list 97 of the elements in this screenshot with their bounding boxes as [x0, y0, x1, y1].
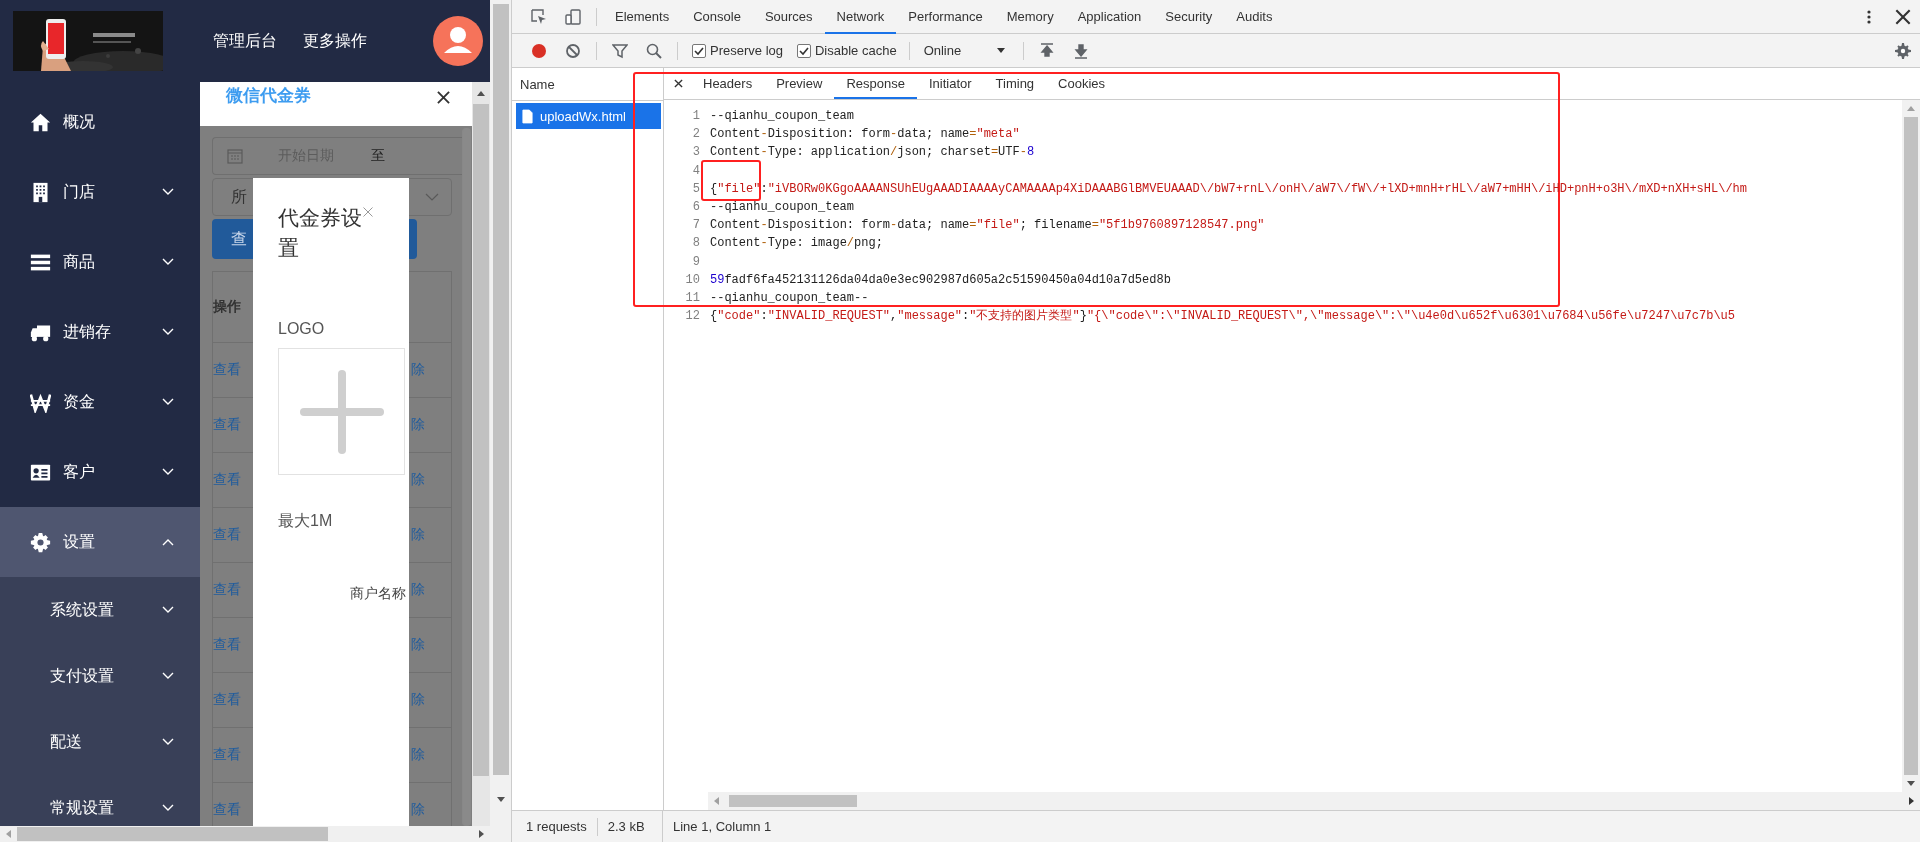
line-number: 2: [691, 126, 701, 144]
scrollbar[interactable]: [1902, 100, 1920, 792]
search-icon[interactable]: [646, 42, 662, 59]
currency-icon: [30, 391, 51, 413]
line-number: 4: [691, 162, 701, 180]
sidebar-item[interactable]: 资金: [0, 367, 200, 437]
panel-title: 微信代金券: [226, 85, 311, 107]
line-number: 3: [691, 144, 701, 162]
sidebar-subitem[interactable]: 配送: [0, 709, 200, 775]
settings-icon[interactable]: [1895, 42, 1911, 59]
request-item[interactable]: uploadWx.html: [516, 103, 661, 129]
detail-tab[interactable]: Headers: [691, 68, 765, 99]
code-line: --qianhu_coupon_team: [710, 198, 855, 216]
file-icon: [522, 108, 533, 124]
line-number: 6: [691, 198, 701, 216]
size-hint: 最大1M: [278, 511, 333, 531]
close-icon[interactable]: [437, 91, 450, 104]
code-line: --qianhu_coupon_team: [710, 108, 855, 125]
gear-icon: [30, 531, 51, 553]
checkbox[interactable]: [797, 43, 811, 58]
scrollbar[interactable]: [462, 128, 471, 826]
line-number: 10: [684, 271, 701, 289]
scrollbar[interactable]: [708, 792, 1920, 810]
code-line: --qianhu_coupon_team--: [710, 289, 869, 307]
panel-tab[interactable]: Application: [1065, 0, 1154, 34]
arrow-up-icon[interactable]: [477, 91, 485, 96]
range-separator: 至: [371, 147, 385, 165]
arrow-down-icon[interactable]: [496, 797, 505, 802]
header-link[interactable]: 更多操作: [303, 30, 367, 52]
panel-tab[interactable]: Audits: [1224, 0, 1285, 34]
scrollbar[interactable]: [472, 82, 490, 826]
device-icon[interactable]: [565, 8, 581, 25]
checkbox-label[interactable]: Disable cache: [815, 43, 897, 58]
sidebar-subitem[interactable]: 支付设置: [0, 643, 200, 709]
panel-tab[interactable]: Elements: [603, 0, 682, 34]
transfer-size: 2.3 kB: [607, 819, 645, 834]
line-number: 1: [691, 108, 701, 125]
detail-tab[interactable]: Initiator: [916, 68, 984, 99]
cursor-position: Line 1, Column 1: [673, 819, 772, 834]
code-line: Content-Disposition: form-data; name="file"; filename="5f1b9760897128547.png": [710, 217, 1265, 235]
header-link[interactable]: 管理后台: [213, 30, 277, 52]
filter-icon[interactable]: [612, 42, 628, 59]
scrollbar[interactable]: [490, 0, 512, 842]
sidebar-item[interactable]: 商品: [0, 227, 200, 297]
code-line: {"code":"INVALID_REQUEST","message":"不支持的图片类型"}"{\"code\":\"INVALID_REQUEST\",\"message\":\"\u4e0d\u652f\u6301\u7684\u56fe\u7247\u7c7b\u5: [710, 308, 1735, 326]
panel-tab[interactable]: Performance: [896, 0, 995, 34]
arrow-right-icon[interactable]: [479, 830, 484, 838]
line-number: 5: [691, 180, 701, 198]
detail-tab[interactable]: Cookies: [1046, 68, 1118, 99]
sidebar-item[interactable]: 门店: [0, 157, 200, 227]
arrow-down-icon[interactable]: [1907, 781, 1915, 786]
sidebar-subitem[interactable]: 系统设置: [0, 577, 200, 643]
caret-icon: [997, 48, 1006, 53]
sidebar-item[interactable]: 设置: [0, 507, 200, 577]
sidebar-subitem[interactable]: 常规设置: [0, 775, 200, 826]
panel-tab[interactable]: Security: [1153, 0, 1225, 34]
clear-icon[interactable]: [565, 42, 581, 59]
logo-label: LOGO: [278, 320, 325, 338]
scrollbar[interactable]: [0, 826, 490, 842]
panel-tab[interactable]: Console: [681, 0, 753, 34]
sidebar-item[interactable]: 客户: [0, 437, 200, 507]
code-line: Content-Disposition: form-data; name="meta": [710, 126, 1020, 144]
arrow-right-icon[interactable]: [1909, 797, 1914, 805]
dialog-title: 代金券设置: [278, 205, 363, 261]
detail-tab[interactable]: Response: [834, 68, 917, 99]
line-number: 9: [691, 253, 701, 271]
field-label: 商户名称: [350, 585, 406, 603]
column-header: Name: [520, 76, 555, 92]
code-line: 59fadf6fa452131126da04da0e3ec902987d605a2c51590450a04d10a7d5ed8b: [710, 271, 1171, 289]
code-line: Content-Type: image/png;: [710, 235, 883, 253]
inspect-icon[interactable]: [531, 8, 547, 25]
record-icon[interactable]: [531, 42, 547, 59]
line-number: 12: [684, 308, 701, 326]
line-number: 8: [691, 235, 701, 253]
request-count: 1 requests: [526, 819, 587, 834]
sidebar-item[interactable]: 概况: [0, 87, 200, 157]
line-number: 7: [691, 217, 701, 235]
panel-tab[interactable]: Sources: [752, 0, 825, 34]
checkbox-label[interactable]: Preserve log: [710, 43, 783, 58]
code-line: Content-Type: application/json; charset=UTF-8: [710, 144, 1035, 162]
panel-tab[interactable]: Memory: [994, 0, 1066, 34]
close-icon[interactable]: [674, 79, 683, 88]
close-icon[interactable]: [1895, 8, 1911, 25]
download-icon[interactable]: [1073, 42, 1090, 59]
plus-icon: [299, 369, 384, 454]
detail-tab[interactable]: Timing: [983, 68, 1047, 99]
home-icon: [30, 111, 51, 133]
throttling-select[interactable]: Online: [915, 43, 1018, 58]
calendar-icon: [227, 148, 243, 164]
detail-tab[interactable]: Preview: [764, 68, 835, 99]
line-number: 11: [684, 289, 701, 307]
sidebar-item[interactable]: 进销存: [0, 297, 200, 367]
chevron-down-icon: [425, 193, 439, 201]
avatar-icon[interactable]: [433, 16, 483, 66]
upload-icon[interactable]: [1039, 42, 1056, 59]
column-header: 操作: [213, 298, 241, 316]
checkbox[interactable]: [692, 43, 706, 58]
